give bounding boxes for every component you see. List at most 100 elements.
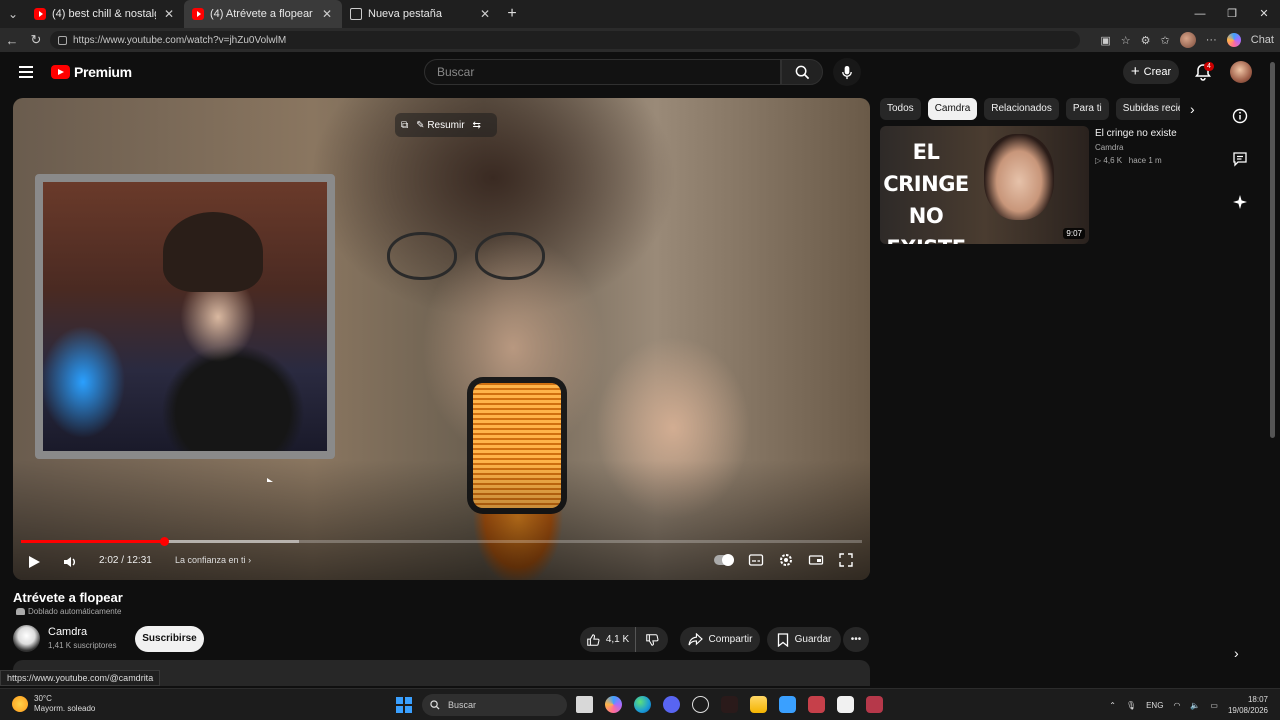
expand-panel-chevron-icon[interactable]: › (1234, 645, 1239, 661)
vector-app-icon[interactable] (779, 696, 796, 713)
speaker-icon[interactable]: 🔈 (1190, 701, 1200, 710)
media-app-icon[interactable] (721, 696, 738, 713)
fullscreen-icon[interactable] (838, 552, 854, 568)
microphone-icon (842, 65, 852, 79)
video-overlay-toolbar: ⧉ ✎ Resumir ⇆ (395, 113, 497, 137)
tray-overflow-chevron-icon[interactable]: ⌃ (1109, 701, 1116, 710)
ask-ai-button[interactable] (1228, 190, 1252, 214)
favorites-icon[interactable]: ✩ (1161, 34, 1170, 47)
chat-bubble-icon (1233, 152, 1247, 167)
recommended-title[interactable]: El cringe no existe (1095, 128, 1177, 139)
voice-search-button[interactable] (833, 58, 861, 86)
back-arrow-icon[interactable]: ← (0, 33, 24, 48)
search-icon (795, 65, 809, 79)
photo-app-icon[interactable] (808, 696, 825, 713)
chip-todos[interactable]: Todos (880, 98, 921, 120)
chip-para-ti[interactable]: Para ti (1065, 98, 1109, 120)
taskbar-search[interactable]: Buscar (422, 694, 567, 716)
subscribe-button[interactable]: Suscribirse (135, 626, 204, 652)
weather-temp: 30°C (34, 694, 52, 703)
copilot-app-icon[interactable] (605, 696, 622, 713)
create-button[interactable]: + Crear (1123, 60, 1179, 84)
site-info-icon[interactable] (58, 35, 67, 45)
recommended-video[interactable]: EL CRINGE NO EXISTE 9:07 El cringe no ex… (880, 126, 1180, 246)
chat-label[interactable]: Chat (1251, 34, 1274, 46)
close-tab-icon[interactable]: ✕ (478, 7, 492, 21)
vpn-app-icon[interactable] (866, 696, 883, 713)
microphone-tray-icon[interactable]: 🎙 (1126, 701, 1136, 710)
channel-name[interactable]: Camdra (48, 626, 87, 638)
close-window-icon[interactable]: ✕ (1248, 0, 1280, 28)
miniplayer-icon[interactable]: ⧉ (401, 120, 408, 131)
chip-camdra[interactable]: Camdra (927, 98, 978, 120)
chapter-button[interactable]: La confianza en ti › (175, 555, 251, 565)
favorite-star-icon[interactable]: ☆ (1121, 34, 1131, 47)
reload-icon[interactable]: ↻ (24, 32, 48, 48)
search-button[interactable] (781, 59, 823, 85)
page-scrollbar[interactable] (1270, 62, 1275, 438)
theater-mode-icon[interactable] (808, 552, 824, 568)
tab-list-chevron-icon[interactable]: ⌄ (0, 0, 26, 28)
restore-icon[interactable]: ❐ (1216, 0, 1248, 28)
copilot-icon[interactable] (1226, 33, 1241, 47)
youtube-premium-logo[interactable]: Premium (51, 64, 132, 80)
battery-icon[interactable]: ▭ (1210, 701, 1218, 710)
dislike-button[interactable] (636, 633, 668, 647)
file-explorer-icon[interactable] (750, 696, 767, 713)
search-input[interactable]: Buscar (424, 59, 781, 85)
account-avatar[interactable] (1230, 61, 1252, 83)
translate-icon[interactable]: ⇆ (473, 120, 481, 131)
volume-icon[interactable] (62, 554, 78, 570)
extensions-icon[interactable]: ⚙ (1141, 34, 1151, 47)
windows-start-icon[interactable] (396, 697, 412, 713)
video-duration: 9:07 (1063, 228, 1085, 239)
plus-icon: + (1130, 63, 1140, 80)
language-indicator[interactable]: ENG (1146, 701, 1163, 710)
guide-menu-icon[interactable] (19, 66, 33, 78)
settings-gear-icon[interactable] (778, 552, 794, 568)
close-tab-icon[interactable]: ✕ (162, 7, 176, 21)
weather-widget[interactable]: 30°C Mayorm. soleado (12, 694, 95, 714)
video-player[interactable]: ⧉ ✎ Resumir ⇆ 2:02 / 12:31 La confianza … (13, 98, 870, 580)
address-bar[interactable]: https://www.youtube.com/watch?v=jhZu0Vol… (50, 31, 1080, 49)
edge-browser-icon[interactable] (634, 696, 651, 713)
chatgpt-icon[interactable] (692, 696, 709, 713)
browser-tab-2[interactable]: (4) Atrévete a flopear - YouTube ✕ (184, 0, 342, 28)
more-menu-icon[interactable]: ··· (1206, 34, 1217, 46)
recommended-channel[interactable]: Camdra (1095, 143, 1123, 152)
save-button[interactable]: Guardar (767, 627, 841, 652)
split-screen-icon[interactable]: ▣ (1100, 34, 1110, 47)
minimize-icon[interactable]: — (1184, 0, 1216, 28)
chapter-title: La confianza en ti (175, 555, 246, 565)
system-clock[interactable]: 18:07 19/08/2026 (1228, 694, 1268, 716)
play-icon[interactable] (29, 556, 40, 568)
thumbs-up-icon (587, 633, 600, 646)
summarize-button[interactable]: ✎ Resumir (416, 120, 464, 131)
browser-tab-1[interactable]: (4) best chill & nostalgic Nintendo ✕ (26, 0, 184, 28)
subtitles-icon[interactable] (748, 552, 764, 568)
progress-bar[interactable] (21, 537, 862, 546)
discord-icon[interactable] (663, 696, 680, 713)
video-thumbnail[interactable]: EL CRINGE NO EXISTE 9:07 (880, 126, 1089, 244)
notes-app-icon[interactable] (837, 696, 854, 713)
channel-avatar[interactable] (13, 625, 40, 652)
profile-avatar[interactable] (1179, 32, 1196, 48)
close-tab-icon[interactable]: ✕ (320, 7, 334, 21)
autoplay-toggle[interactable] (714, 554, 734, 566)
like-button[interactable]: 4,1 K (580, 627, 636, 652)
youtube-favicon-icon (192, 8, 204, 20)
chip-subidas-recientes[interactable]: Subidas recie (1115, 98, 1180, 120)
info-button[interactable] (1228, 104, 1252, 128)
thumbs-down-icon (646, 633, 659, 646)
browser-tab-3[interactable]: Nueva pestaña ✕ (342, 0, 500, 28)
new-tab-plus-icon[interactable]: + (500, 5, 524, 23)
chevron-right-icon[interactable]: › (1190, 101, 1195, 117)
summarize-label: Resumir (427, 119, 465, 131)
chip-relacionados[interactable]: Relacionados (984, 98, 1059, 120)
share-button[interactable]: Compartir (680, 627, 760, 652)
task-view-icon[interactable] (576, 696, 593, 713)
wifi-icon[interactable]: ◠ (1173, 701, 1180, 710)
chat-button[interactable] (1228, 147, 1252, 171)
scrubber-handle[interactable] (159, 537, 169, 546)
more-actions-button[interactable]: ••• (843, 627, 869, 652)
